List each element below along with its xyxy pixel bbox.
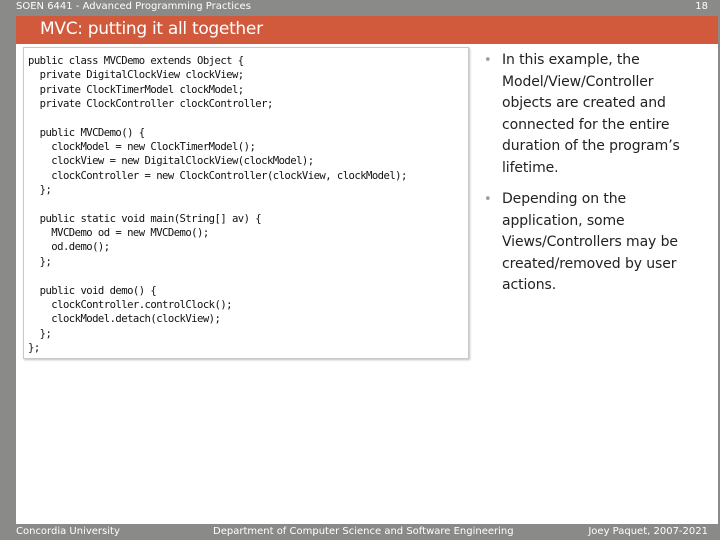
top-bar: SOEN 6441 - Advanced Programming Practic… (0, 0, 720, 14)
page-number: 18 (695, 1, 708, 12)
code-line: clockController.controlClock(); (28, 298, 232, 311)
footer-author: Joey Paquet, 2007-2021 (588, 526, 708, 537)
code-line: }; (28, 327, 52, 340)
code-line: clockModel.detach(clockView); (28, 313, 221, 326)
bullet-item: • In this example, the Model/View/Contro… (484, 50, 696, 179)
code-line: od.demo(); (28, 241, 110, 254)
bullet-text: In this example, the Model/View/Controll… (502, 52, 680, 176)
code-block: public class MVCDemo extends Object { pr… (23, 47, 469, 359)
footer: Concordia University Department of Compu… (0, 524, 720, 540)
code-line: MVCDemo od = new MVCDemo(); (28, 227, 209, 240)
bullet-item: • Depending on the application, some Vie… (484, 189, 696, 297)
bullet-marker: • (484, 53, 492, 68)
code-line: clockModel = new ClockTimerModel(); (28, 141, 256, 154)
bullet-list: • In this example, the Model/View/Contro… (484, 50, 696, 307)
code-line: clockView = new DigitalClockView(clockMo… (28, 155, 314, 168)
footer-department: Department of Computer Science and Softw… (213, 526, 514, 537)
code-line: }; (28, 255, 52, 268)
code-line: }; (28, 341, 40, 354)
course-title: SOEN 6441 - Advanced Programming Practic… (16, 1, 251, 12)
code-line: private ClockTimerModel clockModel; (28, 83, 245, 96)
bullet-marker: • (484, 192, 492, 207)
code-line: public MVCDemo() { (28, 126, 145, 139)
code-line: clockController = new ClockController(cl… (28, 169, 407, 182)
code-line: public static void main(String[] av) { (28, 212, 262, 225)
code-line: public class MVCDemo extends Object { (28, 55, 244, 67)
code-line: }; (28, 184, 52, 197)
footer-university: Concordia University (16, 526, 120, 537)
code-line: public void demo() { (28, 284, 157, 297)
bullet-text: Depending on the application, some Views… (502, 191, 678, 293)
code-line: private ClockController clockController; (28, 98, 274, 111)
code-line: private DigitalClockView clockView; (28, 69, 245, 82)
slide-title: MVC: putting it all together (16, 16, 718, 44)
